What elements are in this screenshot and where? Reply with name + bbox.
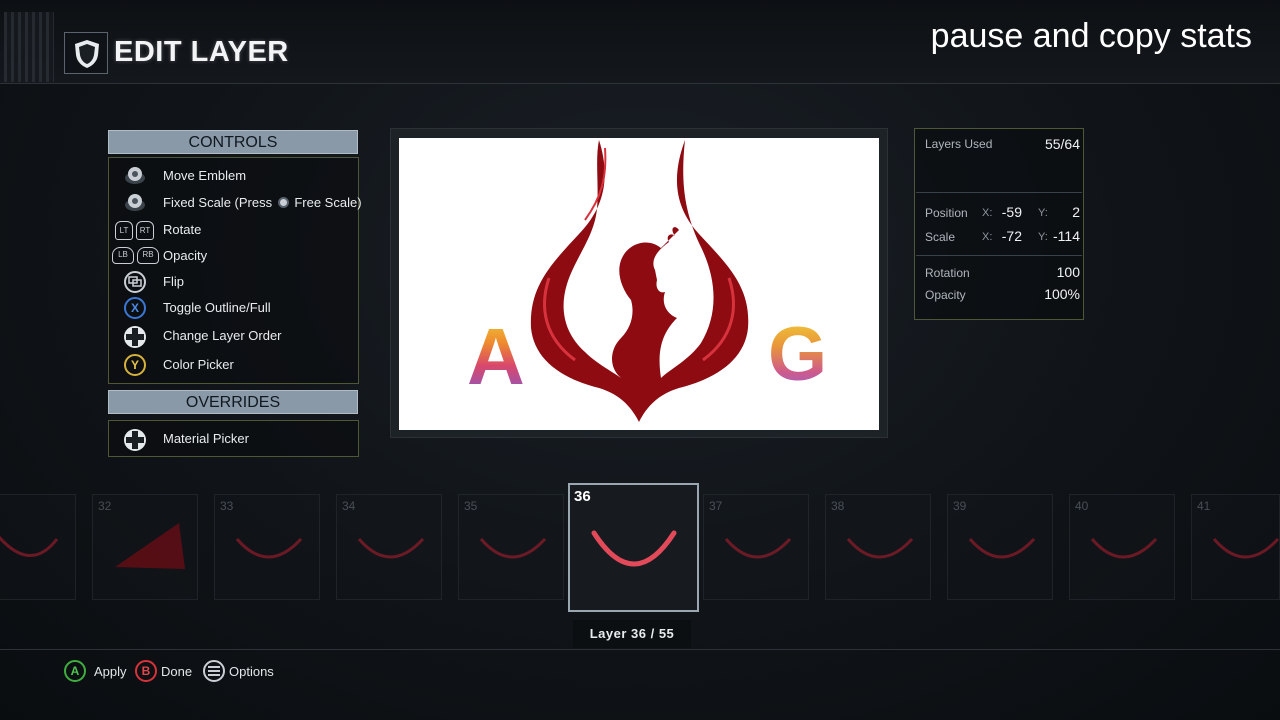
control-label: Material Picker	[163, 431, 249, 446]
controls-panel: Move Emblem Fixed Scale (Press Free Scal…	[108, 157, 362, 384]
footer-divider	[0, 649, 1280, 650]
scale-label: Scale	[925, 230, 956, 244]
control-label: Opacity	[163, 248, 208, 263]
header-decoration	[4, 12, 54, 82]
opacity-value: 100%	[1044, 286, 1080, 302]
control-label: Flip	[163, 274, 184, 289]
control-move-emblem: Move Emblem	[109, 164, 359, 190]
y-button-icon: Y	[124, 354, 146, 376]
control-material-picker: Material Picker	[109, 427, 359, 453]
layer-tile[interactable]: 41	[1191, 494, 1280, 600]
done-button[interactable]: B Done	[135, 660, 195, 684]
phoenix-emblem: A G	[467, 140, 827, 422]
apply-label: Apply	[94, 664, 127, 679]
layer-position-caption: Layer 36 / 55	[573, 620, 691, 648]
apply-button[interactable]: A Apply	[64, 660, 134, 684]
dpad-icon	[124, 326, 146, 348]
layer-tile[interactable]: 35	[458, 494, 564, 600]
control-layer-order: Change Layer Order	[109, 324, 359, 350]
overrides-panel: Material Picker	[108, 420, 359, 457]
position-x-value: -59	[1001, 204, 1022, 220]
options-button[interactable]: Options	[203, 660, 283, 684]
control-fixed-scale: Fixed Scale (Press Free Scale)	[109, 191, 362, 217]
shield-icon	[64, 32, 108, 74]
layer-tile[interactable]: 40	[1069, 494, 1175, 600]
layer-tile[interactable]	[0, 494, 76, 600]
stats-divider	[916, 192, 1082, 193]
control-label: Rotate	[163, 222, 202, 237]
emblem-letter-left: A	[467, 312, 525, 401]
emblem-letter-right: G	[768, 312, 827, 397]
scale-x-axis: X:	[982, 231, 993, 243]
control-color-picker: Y Color Picker	[109, 353, 359, 379]
x-button-icon: X	[124, 297, 146, 319]
control-label: Move Emblem	[163, 168, 247, 183]
rotation-value: 100	[1056, 264, 1080, 280]
layer-tile[interactable]: 37	[703, 494, 809, 600]
page-title: EDIT LAYER	[114, 36, 289, 68]
control-label: Toggle Outline/Full	[163, 300, 271, 315]
emblem-canvas[interactable]: A G	[399, 138, 879, 430]
control-flip: Flip	[109, 270, 359, 296]
done-label: Done	[161, 664, 193, 679]
menu-button-icon	[203, 660, 225, 682]
control-toggle-outline: X Toggle Outline/Full	[109, 296, 359, 322]
dpad-icon	[124, 429, 146, 451]
control-label: Color Picker	[163, 357, 234, 372]
left-stick-icon	[125, 167, 145, 184]
layers-used-label: Layers Used	[925, 137, 993, 151]
scale-x-value: -72	[1001, 228, 1022, 244]
layer-tile[interactable]: 38	[825, 494, 931, 600]
layer-tile[interactable]: 33	[214, 494, 320, 600]
layer-tile-selected[interactable]: 36	[568, 483, 699, 612]
b-button-icon: B	[135, 660, 157, 682]
rotation-label: Rotation	[925, 266, 970, 280]
stats-divider	[916, 255, 1082, 256]
layers-used-value: 55/64	[1044, 136, 1080, 152]
view-button-icon	[124, 271, 146, 293]
layer-tile[interactable]: 32	[92, 494, 198, 600]
control-label-suffix: Free Scale)	[294, 195, 362, 210]
right-stick-press-icon	[277, 197, 289, 208]
position-y-value: 2	[1072, 204, 1080, 220]
phoenix-shape	[530, 140, 749, 422]
control-opacity: LB RB Opacity	[109, 244, 359, 270]
a-button-icon: A	[64, 660, 86, 682]
position-y-axis: Y:	[1038, 207, 1048, 219]
control-label: Fixed Scale (Press	[163, 195, 273, 210]
layer-tile[interactable]: 34	[336, 494, 442, 600]
control-rotate: LT RT Rotate	[109, 218, 359, 244]
controls-heading: CONTROLS	[108, 130, 358, 154]
opacity-label: Opacity	[925, 288, 966, 302]
position-label: Position	[925, 206, 968, 220]
right-stick-icon	[125, 194, 145, 211]
video-caption-overlay: pause and copy stats	[930, 17, 1252, 55]
layer-tile[interactable]: 39	[947, 494, 1053, 600]
options-label: Options	[229, 664, 274, 679]
overrides-heading: OVERRIDES	[108, 390, 358, 414]
position-x-axis: X:	[982, 207, 993, 219]
control-label: Change Layer Order	[163, 328, 282, 343]
scale-y-value: -114	[1053, 228, 1080, 244]
